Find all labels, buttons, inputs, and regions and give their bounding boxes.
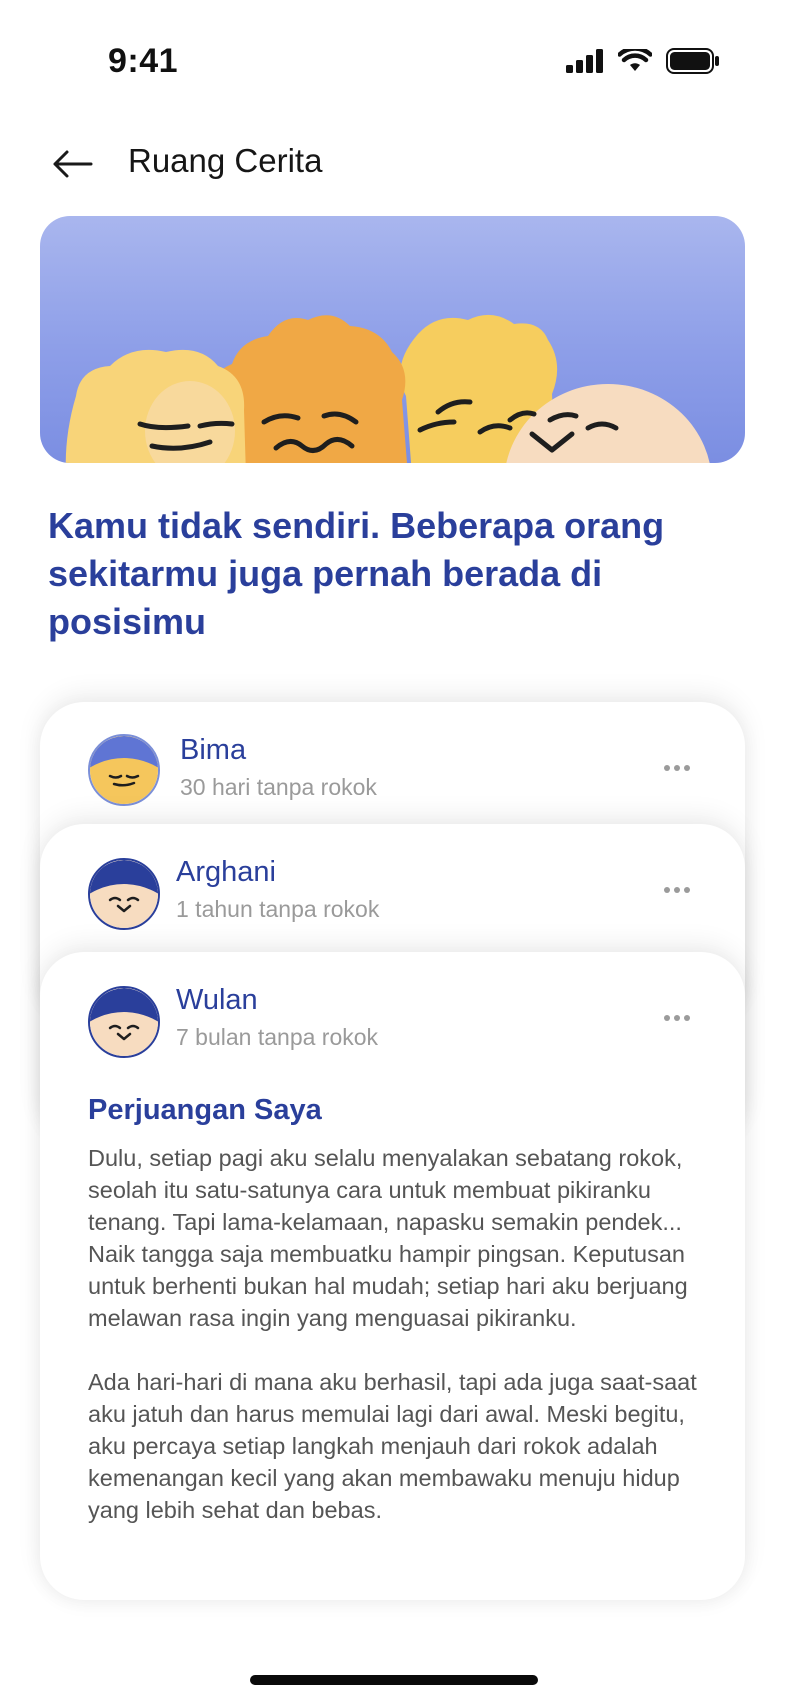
avatar	[88, 858, 160, 930]
signal-icon	[566, 49, 603, 73]
app-header: Ruang Cerita	[0, 130, 786, 210]
more-button[interactable]	[657, 756, 697, 780]
status-icons	[566, 48, 720, 74]
status-time: 9:41	[108, 42, 179, 80]
user-name: Wulan	[176, 984, 258, 1016]
story-title: Perjuangan Saya	[88, 1094, 322, 1126]
story-paragraph: Ada hari-hari di mana aku berhasil, tapi…	[88, 1369, 697, 1523]
more-icon	[664, 765, 670, 771]
story-body: Dulu, setiap pagi aku selalu menyalakan …	[88, 1142, 698, 1558]
user-subtitle: 7 bulan tanpa rokok	[176, 1024, 379, 1050]
story-paragraph: Dulu, setiap pagi aku selalu menyalakan …	[88, 1145, 688, 1331]
back-button[interactable]	[48, 140, 96, 188]
wifi-icon	[618, 49, 652, 71]
back-arrow-icon	[53, 150, 93, 178]
hero-illustration	[65, 314, 710, 463]
story-card-expanded[interactable]: Wulan 7 bulan tanpa rokok Perjuangan Say…	[40, 952, 745, 1600]
avatar	[88, 734, 160, 806]
user-subtitle: 30 hari tanpa rokok	[180, 774, 377, 800]
headline: Kamu tidak sendiri. Beberapa orang sekit…	[48, 505, 665, 642]
page-title: Ruang Cerita	[128, 142, 323, 179]
user-name: Arghani	[176, 856, 276, 888]
more-button[interactable]	[657, 1006, 697, 1030]
user-name: Bima	[180, 734, 247, 766]
hero-banner	[40, 216, 745, 463]
battery-icon	[666, 48, 719, 74]
home-indicator[interactable]	[250, 1675, 538, 1685]
more-button[interactable]	[657, 878, 697, 902]
status-bar: 9:41	[0, 0, 786, 130]
avatar	[88, 986, 160, 1058]
user-subtitle: 1 tahun tanpa rokok	[176, 896, 380, 922]
more-icon	[664, 1015, 670, 1021]
more-icon	[664, 887, 670, 893]
